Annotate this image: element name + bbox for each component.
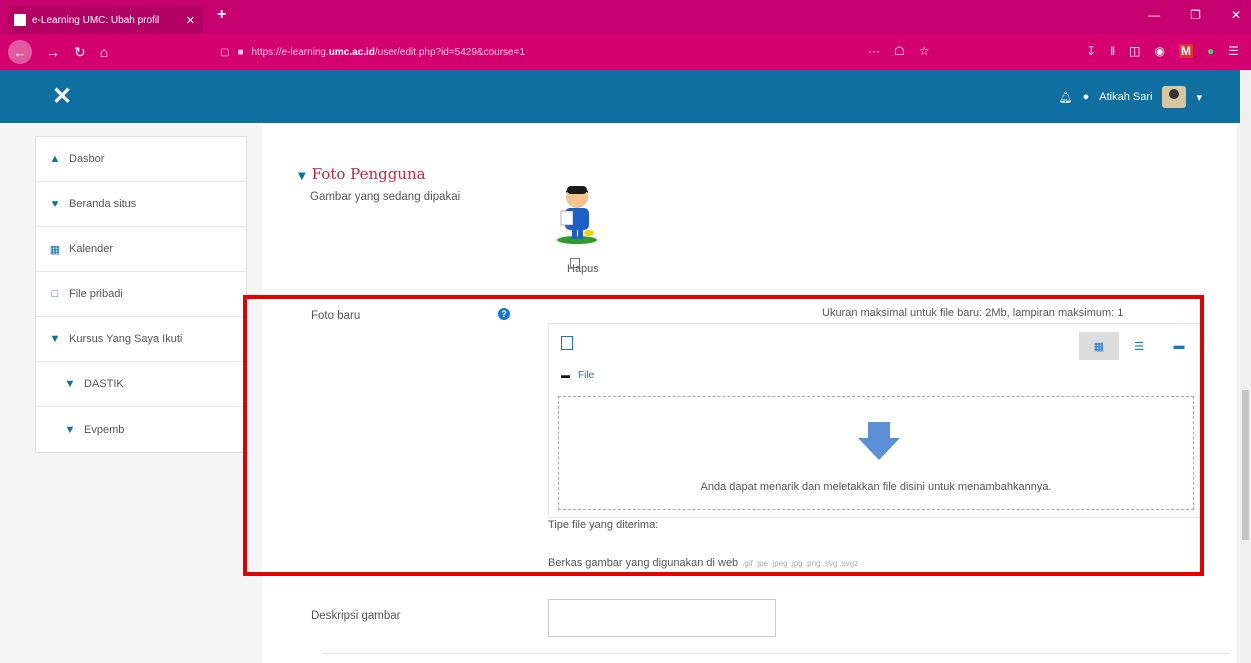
file-picker: ▦ ☰ ▬ ▬ File Anda dapat menarik dan mele…	[548, 323, 1204, 518]
sidebar-item-kursus[interactable]: ▼ Kursus Yang Saya Ikuti	[36, 317, 246, 362]
graduation-cap-icon: ▼	[64, 423, 76, 436]
graduation-cap-icon: ▼	[49, 333, 61, 345]
scrollbar-thumb[interactable]	[1242, 390, 1249, 540]
file-drop-zone[interactable]: Anda dapat menarik dan meletakkan file d…	[558, 396, 1194, 510]
sidebar-item-label: Kursus Yang Saya Ikuti	[69, 333, 183, 345]
image-description-label: Deskripsi gambar	[311, 610, 401, 622]
max-size-info: Ukuran maksimal untuk file baru: 2Mb, la…	[822, 307, 1124, 319]
chevron-down-icon[interactable]: ▾	[1196, 91, 1202, 104]
view-switcher: ▦ ☰ ▬	[1079, 332, 1199, 360]
add-file-icon[interactable]	[561, 336, 573, 350]
web-images-label: Berkas gambar yang digunakan di web .gif …	[548, 557, 859, 569]
toolbar-icons: ↧ ‖ ◫ ◉ M ● ☰	[1086, 44, 1239, 58]
notification-bell-icon[interactable]: 🔔︎	[1059, 91, 1073, 104]
current-user-picture	[557, 186, 597, 244]
user-name[interactable]: Atikah Sari	[1099, 91, 1152, 103]
tree-view-icon[interactable]: ▬	[1159, 332, 1199, 360]
sidebar-item-label: Evpemb	[84, 423, 125, 436]
file-extensions: .gif .jpe .jpeg .jpg .png .svg .svgz	[742, 559, 859, 568]
nav-drawer: ▲ Dasbor ♥ Beranda situs ▦ Kalender □ Fi…	[35, 136, 247, 453]
url-actions: ··· ☖ ☆	[868, 44, 930, 58]
sidebar-item-label: Kalender	[69, 243, 114, 255]
tab-title: e-Learning UMC: Ubah profil	[32, 14, 160, 26]
maximize-icon[interactable]: ❐	[1190, 8, 1201, 22]
download-icon[interactable]: ↧	[1086, 44, 1096, 58]
pocket-icon[interactable]: ☖	[894, 44, 905, 58]
message-icon[interactable]: ●	[1083, 91, 1090, 103]
graduation-cap-icon: ▼	[64, 378, 76, 390]
avatar[interactable]	[1162, 86, 1187, 108]
accepted-types-label: Tipe file yang diterima:	[548, 519, 659, 531]
close-drawer-icon[interactable]: ✕	[52, 82, 72, 111]
extension-green-icon[interactable]: ●	[1207, 44, 1214, 58]
help-icon[interactable]: ?	[498, 308, 510, 320]
section-title: Foto Pengguna	[311, 165, 426, 183]
sidebar-item-label: DASTIK	[84, 378, 124, 390]
page-actions-icon[interactable]: ···	[868, 44, 880, 58]
dashboard-icon: ▲	[49, 153, 61, 165]
sidebar-item-label: Dasbor	[69, 153, 105, 165]
shield-icon: ▢	[220, 46, 230, 58]
close-tab-icon[interactable]: ✕	[186, 14, 195, 27]
sidebar-item-file-pribadi[interactable]: □ File pribadi	[36, 272, 246, 317]
drop-zone-text: Anda dapat menarik dan meletakkan file d…	[700, 481, 1052, 493]
main-content: ▼ Foto Pengguna Gambar yang sedang dipaka…	[262, 123, 1237, 663]
extension-icon[interactable]: ◉	[1155, 44, 1165, 58]
reload-icon[interactable]: ↻	[74, 44, 86, 61]
minimize-icon[interactable]: —	[1148, 8, 1160, 22]
back-icon[interactable]: ←	[8, 40, 32, 64]
user-menu[interactable]: 🔔︎ ● Atikah Sari ▾	[1059, 86, 1202, 108]
grid-view-icon[interactable]: ▦	[1079, 332, 1119, 360]
favicon-icon	[14, 14, 26, 26]
site-navbar: ✕ 🔔︎ ● Atikah Sari ▾	[0, 70, 1240, 123]
home-nav-icon[interactable]: ⌂	[100, 44, 108, 60]
current-image-label: Gambar yang sedang dipakai	[310, 191, 461, 203]
caret-down-icon: ▼	[298, 171, 306, 182]
sidebar-item-beranda[interactable]: ♥ Beranda situs	[36, 182, 246, 227]
browser-tab-bar: e-Learning UMC: Ubah profil ✕ + — ❐ ✕	[0, 0, 1251, 34]
arrow-down-icon	[858, 422, 900, 460]
home-icon: ♥	[51, 198, 59, 210]
browser-tab[interactable]: e-Learning UMC: Ubah profil ✕	[8, 6, 203, 34]
sidebar-item-kalender[interactable]: ▦ Kalender	[36, 227, 246, 272]
calendar-icon: ▦	[49, 243, 61, 256]
forward-icon[interactable]: →	[46, 44, 60, 60]
library-icon[interactable]: ‖	[1110, 44, 1115, 58]
window-controls: — ❐ ✕	[1148, 8, 1241, 22]
lock-icon: ■	[237, 46, 244, 58]
sidebar-item-label: File pribadi	[69, 288, 123, 300]
list-view-icon[interactable]: ☰	[1119, 332, 1159, 360]
file-icon: □	[51, 288, 59, 300]
section-divider	[322, 653, 1230, 654]
sidebar-toggle-icon[interactable]: ◫	[1129, 44, 1140, 58]
sidebar-item-dastik[interactable]: ▼ DASTIK	[36, 362, 246, 407]
menu-icon[interactable]: ☰	[1228, 44, 1239, 58]
window-close-icon[interactable]: ✕	[1231, 8, 1241, 22]
file-path-link[interactable]: File	[578, 370, 594, 381]
browser-toolbar: ← → ↻ ⌂ ▢ ■ https://e-learning.umc.ac.id…	[0, 34, 1251, 70]
section-toggle-foto-pengguna[interactable]: ▼ Foto Pengguna	[298, 165, 426, 183]
delete-picture-label: Hapus	[567, 263, 599, 275]
new-tab-button[interactable]: +	[217, 6, 226, 24]
bookmark-star-icon[interactable]: ☆	[919, 44, 930, 58]
url-text: https://e-learning.umc.ac.id/user/edit.p…	[251, 46, 526, 58]
image-description-input[interactable]	[548, 599, 776, 637]
page-scrollbar[interactable]	[1240, 70, 1251, 663]
file-picker-path: ▬ File	[561, 370, 594, 381]
sidebar-item-evpemb[interactable]: ▼ Evpemb	[36, 407, 246, 452]
file-picker-toolbar: ▦ ☰ ▬	[549, 324, 1203, 364]
sidebar-item-dasbor[interactable]: ▲ Dasbor	[36, 137, 246, 182]
folder-icon: ▬	[561, 370, 570, 380]
extension-m-icon[interactable]: M	[1178, 44, 1193, 58]
new-photo-label: Foto baru	[311, 310, 361, 322]
sidebar-item-label: Beranda situs	[69, 198, 137, 210]
